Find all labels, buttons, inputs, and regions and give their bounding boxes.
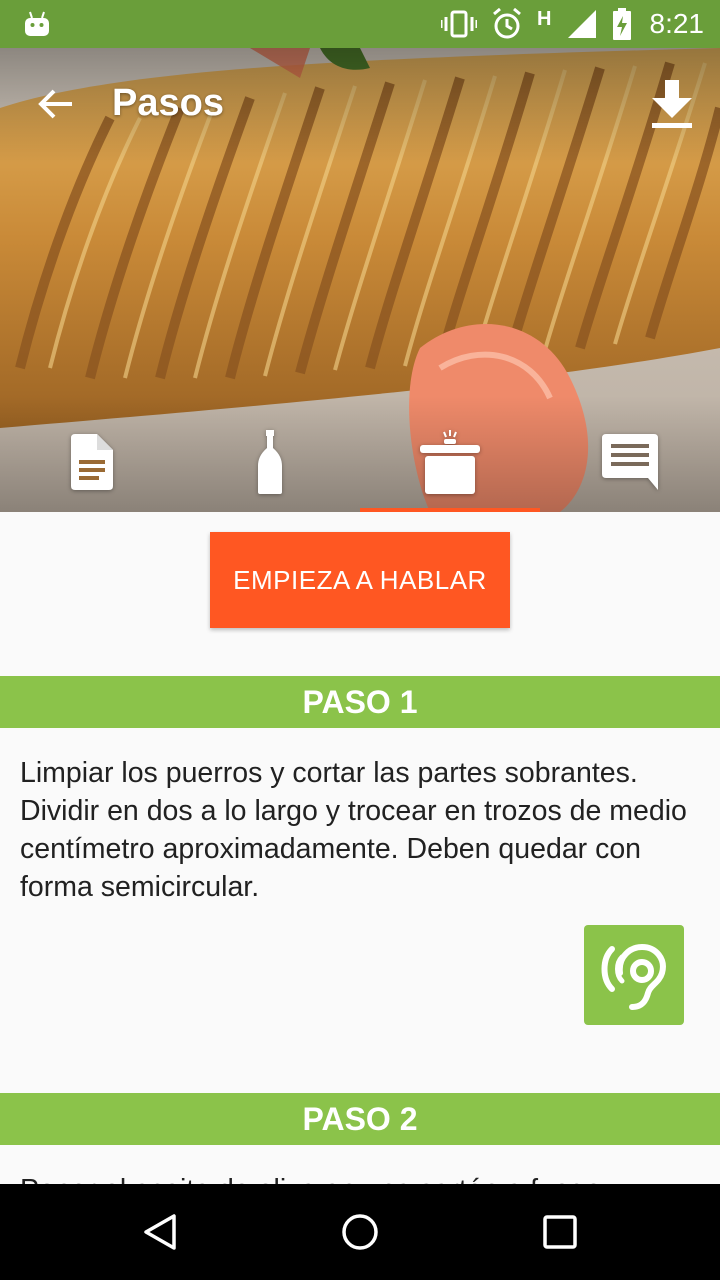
hearing-icon — [601, 943, 666, 1010]
alarm-icon — [493, 8, 522, 39]
bottle-icon — [258, 430, 282, 494]
tab-wine[interactable] — [180, 412, 360, 512]
tab-steps[interactable] — [360, 412, 540, 512]
arrow-back-icon[interactable] — [32, 80, 80, 128]
status-bar: H 8:21 — [0, 0, 720, 48]
steps-content: EMPIEZA A HABLAR PASO 1 Limpiar los puer… — [0, 512, 720, 1184]
signal-icon — [567, 10, 596, 38]
home-circle-icon[interactable] — [336, 1208, 384, 1256]
comment-icon — [602, 434, 658, 490]
start-speaking-button[interactable]: EMPIEZA A HABLAR — [210, 532, 510, 628]
screen: H 8:21 Pasos EMPIEZA A HABLAR PASO 1 Lim… — [0, 0, 720, 1280]
document-icon — [71, 434, 113, 490]
back-triangle-icon[interactable] — [136, 1208, 184, 1256]
recents-square-icon[interactable] — [536, 1208, 584, 1256]
battery-charging-icon — [612, 8, 631, 40]
step-text: Poner el aceite de oliva en una sartén a… — [20, 1171, 700, 1184]
status-time: 8:21 — [649, 8, 705, 39]
tab-bar — [0, 412, 720, 512]
cooking-pot-icon — [420, 430, 480, 494]
android-icon — [25, 11, 49, 36]
step-header: PASO 1 — [0, 676, 720, 728]
step-header: PASO 2 — [0, 1093, 720, 1145]
toolbar: Pasos — [0, 48, 720, 160]
tab-comments[interactable] — [540, 412, 720, 512]
listen-step-button[interactable] — [584, 925, 684, 1025]
step-text: Limpiar los puerros y cortar las partes … — [20, 757, 687, 903]
navigation-bar — [0, 1184, 720, 1280]
tab-ingredients[interactable] — [0, 412, 180, 512]
network-type: H — [537, 7, 552, 30]
download-icon[interactable] — [648, 78, 696, 130]
recipe-header-image: Pasos — [0, 48, 720, 512]
page-title: Pasos — [112, 82, 224, 124]
vibrate-icon — [441, 10, 478, 38]
